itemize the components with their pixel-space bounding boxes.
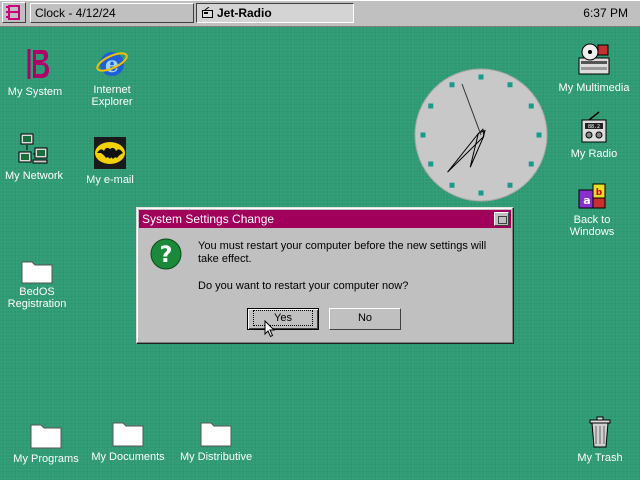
clock-tick (507, 82, 513, 88)
multimedia-icon (578, 43, 610, 75)
dialog-close-button[interactable] (494, 212, 509, 226)
desktop-icon-label: My e-mail (86, 174, 134, 186)
desktop-icon-label: My Multimedia (558, 82, 630, 94)
dialog-titlebar[interactable]: System Settings Change (139, 210, 511, 228)
abc-blocks-icon: a b (578, 183, 606, 209)
svg-text:?: ? (160, 243, 173, 268)
clock-tick (528, 103, 534, 109)
clock-tick (528, 161, 534, 167)
desktop-icon-label: My Radio (570, 148, 618, 160)
svg-text:88.2: 88.2 (588, 124, 600, 130)
desktop-icon-my-network[interactable]: My Network (0, 132, 74, 184)
desktop-icon-my-trash[interactable]: My Trash (560, 416, 640, 466)
bat-mail-icon (94, 137, 126, 169)
desktop-icon-my-distributive[interactable]: My Distributive (176, 419, 256, 465)
dialog-title: System Settings Change (142, 212, 275, 226)
yes-button-label: Yes (253, 310, 313, 326)
taskbar-radio-label: Jet-Radio (217, 6, 272, 20)
clock-tick (536, 132, 542, 138)
clock-tick (507, 182, 513, 188)
desktop-icon-label: My Trash (577, 452, 623, 464)
desktop-icon-label: My System (7, 86, 63, 98)
clock-tick (478, 74, 484, 80)
folder-icon (21, 261, 53, 284)
taskbar-clock-task[interactable]: Clock - 4/12/24 (30, 3, 194, 23)
desktop-icon-my-programs[interactable]: My Programs (6, 421, 86, 467)
desktop-icon-internet-explorer[interactable]: e Internet Explorer (72, 46, 152, 110)
desktop-icon-label: My Network (4, 170, 64, 182)
desktop-icon-my-system[interactable]: My System (0, 46, 75, 100)
clock-tick (478, 190, 484, 196)
mouse-cursor-icon (264, 320, 276, 338)
desktop-icon-back-to-windows[interactable]: a b Back to Windows (552, 178, 632, 240)
dialog-message: You must restart your computer before th… (198, 240, 487, 265)
tray-clock[interactable]: 6:37 PM (583, 6, 628, 20)
svg-text:b: b (596, 188, 603, 198)
desktop-icon-label: My Distributive (179, 451, 253, 463)
no-button-label: No (357, 312, 373, 324)
yes-button[interactable]: Yes (247, 308, 319, 330)
desktop-icon-my-multimedia[interactable]: My Multimedia (554, 42, 634, 96)
system-logo-icon (6, 5, 20, 20)
folder-icon (200, 422, 232, 447)
taskbar-radio-task[interactable]: Jet-Radio (196, 3, 354, 23)
clock-tick (449, 182, 455, 188)
desktop-icon-label: My Documents (91, 451, 165, 463)
radio-icon (202, 7, 213, 18)
clock-tick (428, 103, 434, 109)
question-icon: ? (150, 238, 182, 270)
svg-text:a: a (583, 194, 590, 207)
desktop-icon-my-email[interactable]: My e-mail (70, 136, 150, 188)
desktop-icon-label: BedOS Registration (7, 286, 67, 310)
clock-tick (449, 82, 455, 88)
trash-icon (589, 416, 611, 448)
desktop-icon-label: Internet Explorer (91, 84, 133, 108)
desktop-icon-bedos-registration[interactable]: BedOS Registration (0, 258, 77, 312)
radio-icon: 88.2 (581, 111, 607, 143)
desktop-icon-label: My Programs (13, 453, 79, 465)
network-icon (18, 133, 48, 164)
clock-tick (420, 132, 426, 138)
folder-icon (112, 422, 144, 447)
no-button[interactable]: No (329, 308, 401, 330)
desktop-icon-my-radio[interactable]: 88.2 My Radio (554, 110, 634, 162)
internet-explorer-icon: e (96, 52, 128, 78)
start-button[interactable] (2, 2, 26, 23)
system-settings-change-dialog: System Settings Change ? You must restar… (136, 207, 514, 344)
dialog-question: Do you want to restart your computer now… (198, 280, 409, 292)
clock-tick (428, 161, 434, 167)
desktop-icon-my-documents[interactable]: My Documents (88, 419, 168, 465)
analog-clock-icon[interactable] (414, 68, 548, 202)
system-logo-icon (27, 49, 49, 79)
taskbar: Clock - 4/12/24 Jet-Radio 6:37 PM (0, 0, 640, 27)
desktop-icon-label: Back to Windows (569, 214, 615, 238)
folder-icon (30, 424, 62, 449)
